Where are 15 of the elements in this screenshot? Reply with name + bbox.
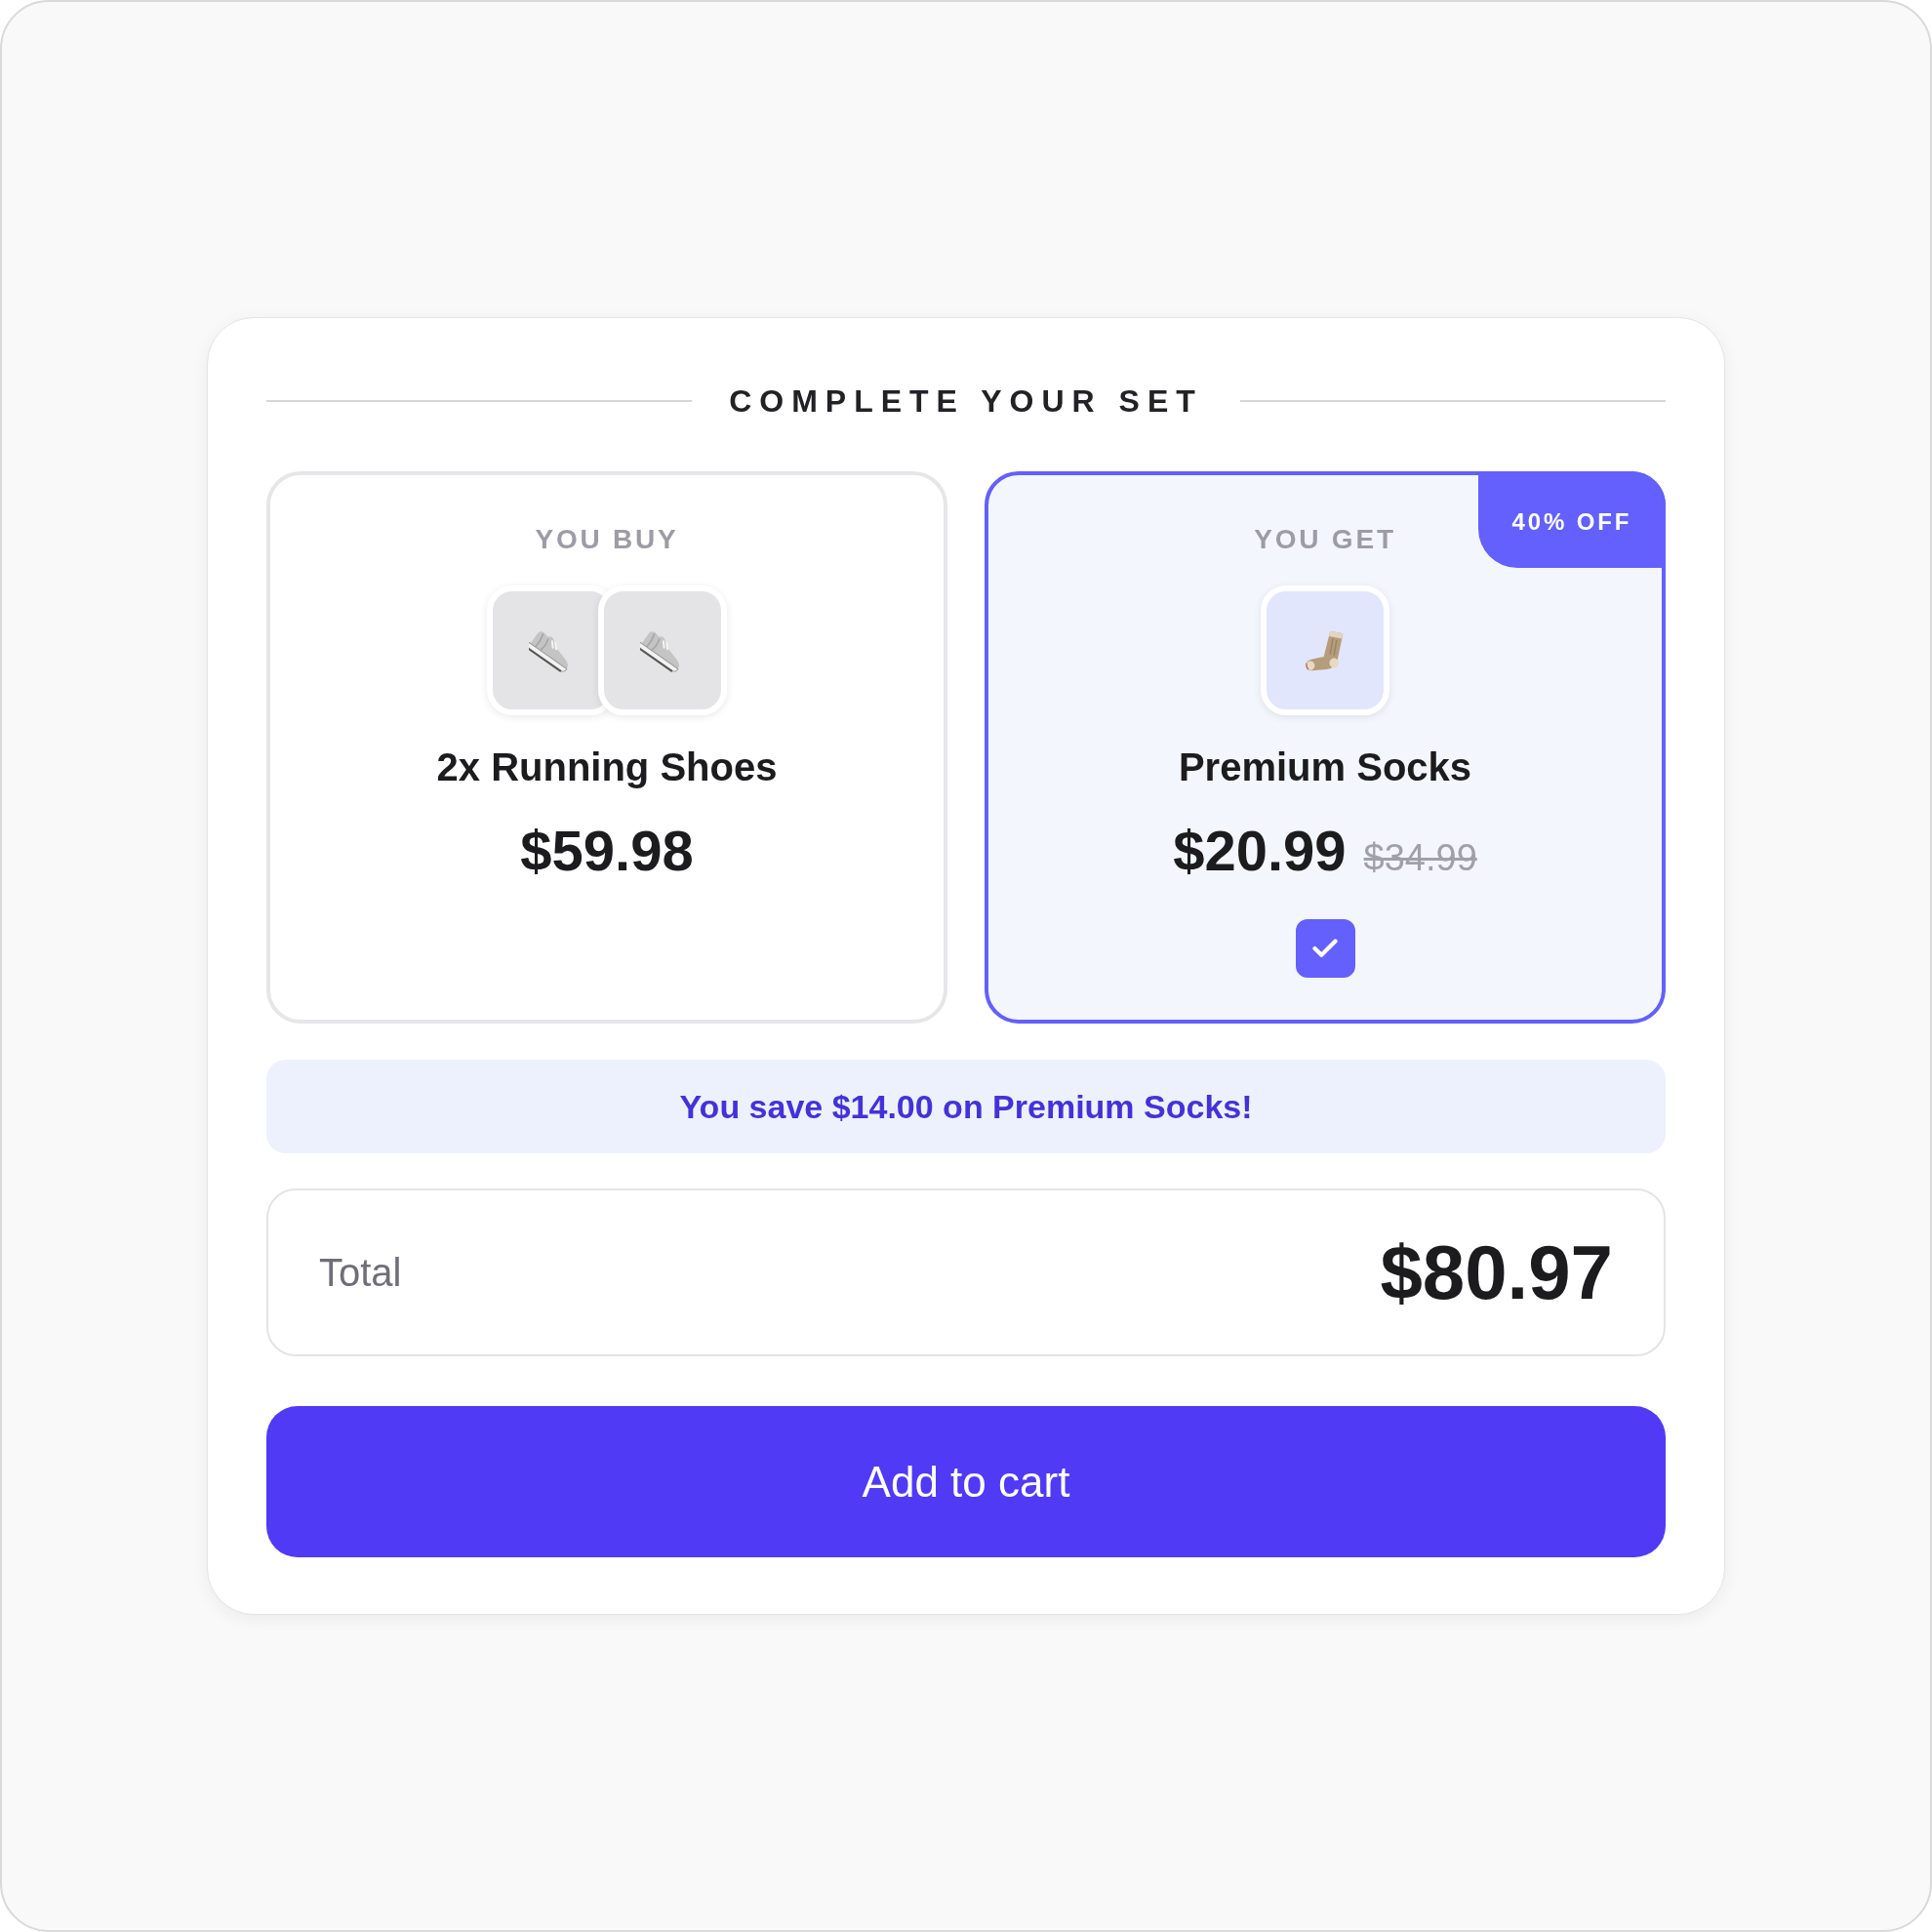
product-name: Premium Socks: [1178, 745, 1472, 790]
panel-label: YOU BUY: [535, 523, 679, 556]
total-label: Total: [319, 1250, 402, 1295]
product-price: $20.99: [1173, 820, 1347, 882]
section-heading: COMPLETE YOUR SET: [729, 382, 1203, 421]
select-checkbox[interactable]: [1295, 919, 1355, 978]
panel-label: YOU GET: [1254, 523, 1396, 556]
discount-badge: 40% OFF: [1478, 471, 1666, 568]
add-to-cart-button[interactable]: Add to cart: [266, 1406, 1666, 1557]
product-name: 2x Running Shoes: [436, 745, 778, 790]
original-price: $34.99: [1363, 836, 1477, 879]
total-amount: $80.97: [1380, 1228, 1613, 1317]
product-price: $59.98: [520, 820, 694, 882]
check-icon: [1312, 939, 1338, 958]
savings-message: You save $14.00 on Premium Socks!: [679, 1087, 1253, 1126]
